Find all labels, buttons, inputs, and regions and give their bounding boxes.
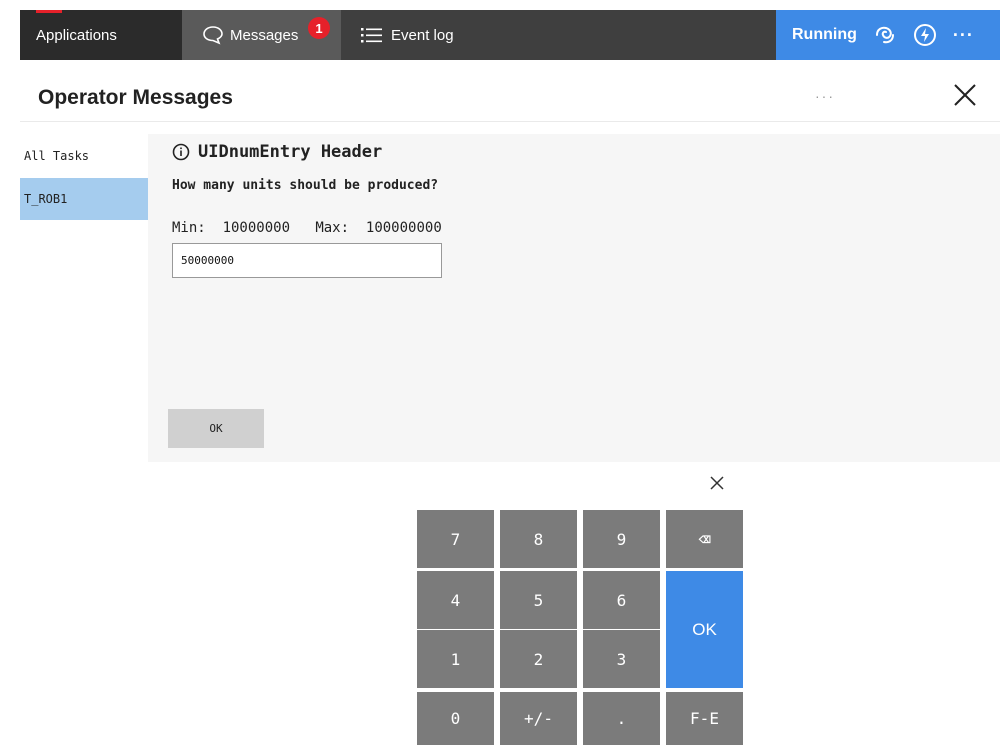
key-decimal[interactable]: . bbox=[583, 692, 660, 745]
ok-button[interactable]: OK bbox=[168, 409, 264, 448]
min-label: Min: bbox=[172, 220, 206, 236]
key-exponent[interactable]: F-E bbox=[666, 692, 743, 745]
tab-event-log[interactable]: Event log bbox=[341, 10, 501, 60]
key-7[interactable]: 7 bbox=[417, 510, 494, 568]
power-icon[interactable] bbox=[913, 23, 937, 47]
tab-messages-label: Messages bbox=[230, 26, 299, 44]
keypad-close-icon[interactable] bbox=[708, 474, 726, 492]
message-title-text: UIDnumEntry Header bbox=[198, 142, 383, 162]
max-label: Max: bbox=[315, 220, 350, 236]
key-6[interactable]: 6 bbox=[583, 571, 660, 629]
more-options-icon[interactable]: ··· bbox=[953, 25, 974, 46]
top-bar: Applications Messages 1 Event log Runnin… bbox=[20, 10, 1000, 60]
chat-bubble-icon bbox=[203, 26, 223, 45]
number-input[interactable]: 50000000 bbox=[172, 243, 442, 278]
range-info: Min: 10000000 Max: 100000000 bbox=[172, 220, 442, 236]
sidebar-item-label: T_ROB1 bbox=[24, 192, 68, 206]
tab-messages[interactable]: Messages 1 bbox=[182, 10, 341, 60]
message-title: UIDnumEntry Header bbox=[172, 142, 382, 162]
keypad-ok-button[interactable]: OK bbox=[666, 571, 743, 688]
key-4[interactable]: 4 bbox=[417, 571, 494, 629]
sidebar-item-all-tasks[interactable]: All Tasks bbox=[20, 135, 148, 177]
key-1[interactable]: 1 bbox=[417, 630, 494, 688]
message-question: How many units should be produced? bbox=[172, 178, 439, 193]
tab-event-log-label: Event log bbox=[391, 26, 454, 44]
status-label: Running bbox=[792, 26, 857, 43]
key-9[interactable]: 9 bbox=[583, 510, 660, 568]
close-icon[interactable] bbox=[950, 80, 980, 110]
backspace-key[interactable]: ⌫ bbox=[666, 510, 743, 568]
header-more-button[interactable]: ··· bbox=[815, 88, 835, 104]
key-3[interactable]: 3 bbox=[583, 630, 660, 688]
controller-status[interactable]: Running ··· bbox=[776, 10, 1000, 60]
page-title: Operator Messages bbox=[38, 86, 233, 109]
key-5[interactable]: 5 bbox=[500, 571, 577, 629]
tab-applications[interactable]: Applications bbox=[20, 10, 182, 60]
message-count-badge: 1 bbox=[308, 17, 330, 39]
key-8[interactable]: 8 bbox=[500, 510, 577, 568]
active-indicator bbox=[36, 10, 62, 13]
message-panel: UIDnumEntry Header How many units should… bbox=[148, 134, 1000, 462]
key-plus-minus[interactable]: +/- bbox=[500, 692, 577, 745]
max-value: 100000000 bbox=[365, 220, 442, 236]
sidebar-item-label: All Tasks bbox=[24, 149, 90, 163]
min-value: 10000000 bbox=[222, 220, 291, 236]
key-0[interactable]: 0 bbox=[417, 692, 494, 745]
list-icon bbox=[361, 28, 382, 43]
mode-icon[interactable] bbox=[873, 23, 897, 47]
sidebar-item-t-rob1[interactable]: T_ROB1 bbox=[20, 178, 148, 220]
tab-applications-label: Applications bbox=[36, 26, 117, 44]
info-icon bbox=[172, 143, 190, 161]
key-2[interactable]: 2 bbox=[500, 630, 577, 688]
header-divider bbox=[20, 121, 1000, 122]
